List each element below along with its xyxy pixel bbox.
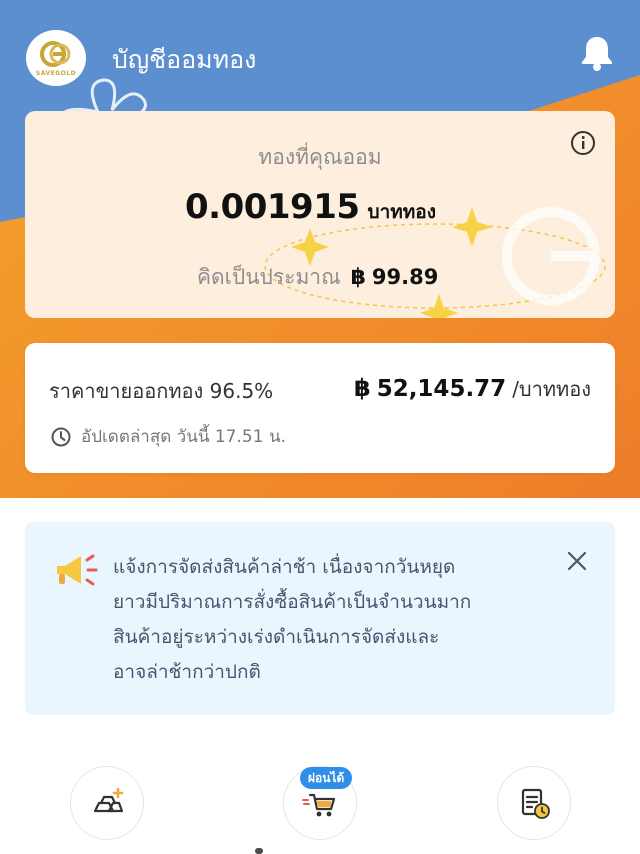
baht-symbol: ฿: [353, 374, 371, 402]
notice-line: สินค้าอยู่ระหว่างเร่งดำเนินการจัดส่งและ: [113, 626, 440, 648]
balance-card: ทองที่คุณออม 0.001915 บาททอง คิดเป็นประม…: [25, 111, 615, 318]
notice-text: แจ้งการจัดส่งสินค้าล่าช้า เนื่องจากวันหย…: [113, 550, 553, 690]
gold-amount: 0.001915 บาททอง: [185, 187, 436, 227]
savegold-logo: SAVEGOLD: [26, 30, 86, 86]
clock-icon: [51, 427, 71, 447]
approx-value: 99.89: [371, 265, 439, 289]
sell-price-label: ราคาขายออกทอง 96.5%: [49, 379, 274, 403]
logo-text: SAVEGOLD: [35, 70, 77, 77]
notice-line: แจ้งการจัดส่งสินค้าล่าช้า เนื่องจากวันหย…: [113, 556, 456, 578]
approx-label: คิดเป็นประมาณ: [197, 265, 341, 289]
shipping-notice: แจ้งการจัดส่งสินค้าล่าช้า เนื่องจากวันหย…: [25, 522, 615, 715]
sell-price: ฿ 52,145.77 /บาททอง: [354, 373, 591, 405]
delivery-cart-icon: [302, 793, 336, 817]
installment-badge: ผ่อนได้: [300, 767, 353, 789]
last-updated: อัปเดตล่าสุด วันนี้ 17.51 น.: [51, 423, 286, 450]
notice-line: อาจล่าช้ากว่าปกติ: [113, 661, 261, 683]
megaphone-icon: [49, 550, 101, 590]
baht-symbol: ฿: [350, 265, 366, 290]
quick-actions: ผ่อนได้: [0, 760, 640, 854]
history-button[interactable]: [497, 766, 571, 840]
savegold-logo-mark: [40, 41, 71, 67]
gold-amount-value: 0.001915: [185, 187, 360, 227]
gold-amount-unit: บาททอง: [367, 201, 436, 223]
close-icon[interactable]: [563, 547, 591, 575]
gold-bar-add-icon: [93, 787, 124, 813]
last-updated-text: อัปเดตล่าสุด วันนี้ 17.51 น.: [81, 427, 286, 447]
page-title: บัญชีออมทอง: [112, 45, 257, 74]
approx-value-row: คิดเป็นประมาณ ฿ 99.89: [197, 261, 438, 294]
notice-line: ยาวมีปริมาณการสั่งซื้อสินค้าเป็นจำนวนมาก: [113, 591, 472, 613]
bell-icon[interactable]: [580, 34, 614, 72]
sell-price-card: ราคาขายออกทอง 96.5% ฿ 52,145.77 /บาททอง …: [25, 343, 615, 473]
buy-gold-button[interactable]: [70, 766, 144, 840]
saved-gold-label: ทองที่คุณออม: [258, 145, 382, 169]
sell-price-unit: /บาททอง: [512, 377, 591, 401]
page-indicator: [255, 848, 263, 854]
document-clock-icon: [521, 788, 550, 819]
app-header: SAVEGOLD บัญชีออมทอง: [0, 0, 640, 110]
sell-price-value: 52,145.77: [376, 376, 507, 402]
